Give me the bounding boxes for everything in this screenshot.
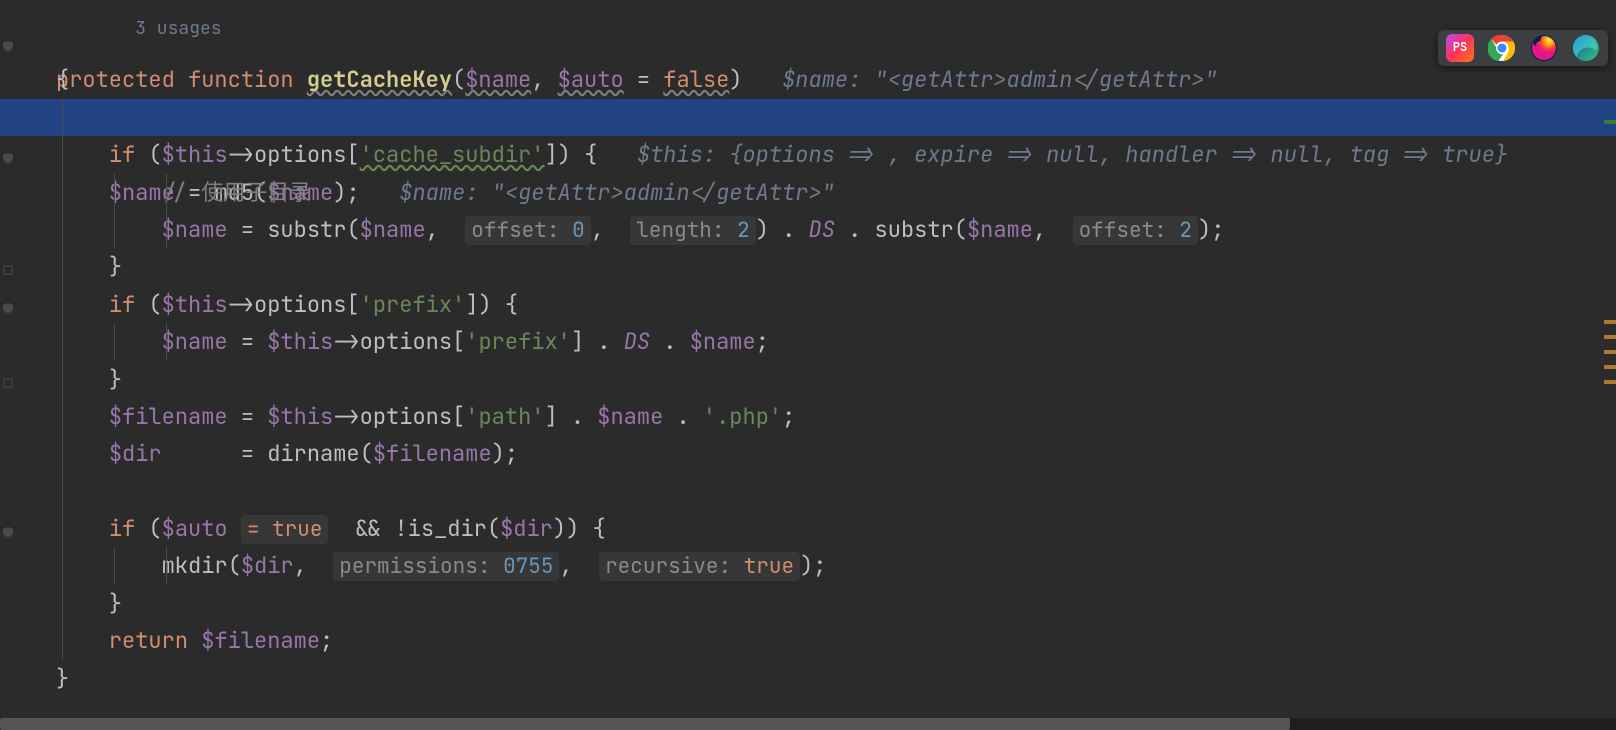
minimap-mark	[1604, 335, 1616, 339]
gutter-icon	[2, 526, 14, 538]
code-line[interactable]: mkdir($dir, permissions: 0755, recursive…	[48, 547, 1616, 584]
minimap-mark	[1604, 320, 1616, 324]
gutter-icon	[2, 377, 14, 389]
param-hint: length: 2	[630, 216, 755, 245]
code-line[interactable]: protected function getCacheKey($name, $a…	[48, 24, 1616, 61]
code-line[interactable]: }	[48, 248, 1616, 285]
code-line[interactable]: $dir = dirname($filename);	[48, 435, 1616, 472]
code-line[interactable]: }	[48, 660, 1616, 697]
usages-hint[interactable]: 3 usages	[48, 0, 1616, 24]
highlighted-line[interactable]: $name = md5($name); $name: "<getAttr>adm…	[0, 99, 1616, 136]
phpstorm-icon[interactable]: PS	[1446, 34, 1474, 62]
minimap-mark	[1604, 365, 1616, 369]
gutter-icon	[2, 152, 14, 164]
code-line[interactable]: if ($this->options['prefix']) {	[48, 286, 1616, 323]
code-line[interactable]: // 使用子目录	[48, 174, 1616, 211]
gutter-icon	[2, 264, 14, 276]
code-editor[interactable]: 3 usages protected function getCacheKey(…	[0, 0, 1616, 730]
code-line[interactable]: $name = substr($name, offset: 0, length:…	[48, 211, 1616, 248]
inlay-hint: $this: {options => , expire => null, han…	[637, 140, 1508, 169]
gutter-icon	[2, 40, 14, 52]
firefox-icon[interactable]	[1530, 34, 1558, 62]
scrollbar-thumb[interactable]	[0, 718, 1290, 730]
code-line[interactable]: return $filename;	[48, 622, 1616, 659]
inlay-hint: = true	[241, 515, 329, 544]
param-hint: offset: 2	[1073, 216, 1198, 245]
chrome-icon[interactable]	[1488, 34, 1516, 62]
code-line[interactable]: $name = $this->options['prefix'] . DS . …	[48, 323, 1616, 360]
param-hint: recursive: true	[599, 552, 800, 581]
code-line[interactable]	[48, 473, 1616, 510]
code-line[interactable]: {	[48, 61, 1616, 98]
code-line[interactable]: }	[48, 585, 1616, 622]
param-hint: permissions: 0755	[333, 552, 559, 581]
code-line[interactable]: if ($auto = true && !is_dir($dir)) {	[48, 510, 1616, 547]
minimap-mark	[1604, 380, 1616, 384]
minimap[interactable]	[1598, 0, 1616, 720]
gutter-icon	[2, 302, 14, 314]
param-hint: offset: 0	[465, 216, 590, 245]
edge-icon[interactable]	[1572, 34, 1600, 62]
code-line[interactable]: $filename = $this->options['path'] . $na…	[48, 398, 1616, 435]
code-line[interactable]: }	[48, 361, 1616, 398]
minimap-mark	[1604, 120, 1616, 124]
horizontal-scrollbar[interactable]	[0, 718, 1616, 730]
taskbar: PS	[1438, 30, 1608, 66]
code-area[interactable]: 3 usages protected function getCacheKey(…	[48, 0, 1616, 697]
code-line[interactable]: if ($this->options['cache_subdir']) { $t…	[48, 136, 1616, 173]
minimap-mark	[1604, 350, 1616, 354]
